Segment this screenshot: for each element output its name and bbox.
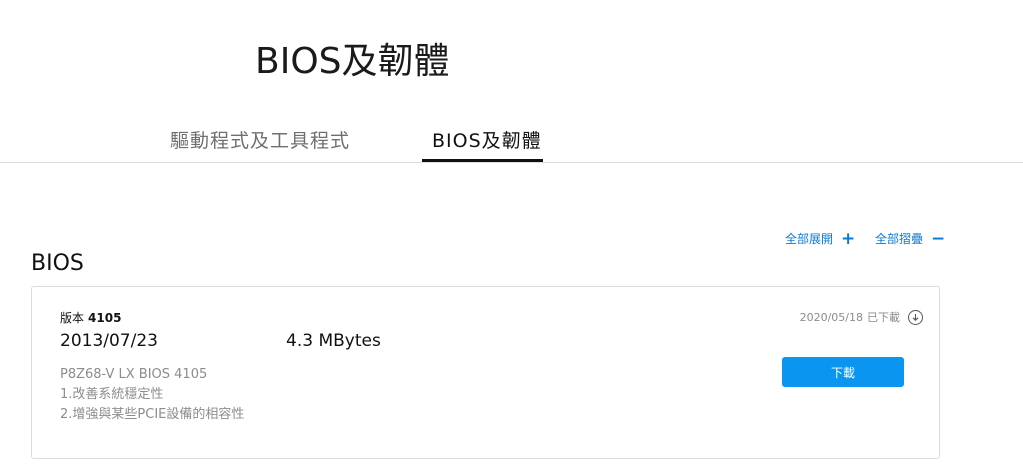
- collapse-all-button[interactable]: 全部摺疊 −: [875, 230, 945, 247]
- page-title: BIOS及韌體: [255, 41, 450, 82]
- tab-bar: 驅動程式及工具程式 BIOS及韌體: [0, 118, 1023, 163]
- download-circle-icon: [908, 309, 923, 325]
- version-number: 4105: [88, 311, 122, 325]
- tab-drivers-utilities[interactable]: 驅動程式及工具程式: [170, 126, 350, 153]
- description: P8Z68-V LX BIOS 4105 1.改善系統穩定性 2.增強與某些PC…: [60, 365, 244, 425]
- file-size: 4.3 MBytes: [286, 331, 381, 351]
- plus-icon: +: [841, 228, 856, 249]
- downloaded-date: 2020/05/18: [799, 310, 863, 324]
- download-button[interactable]: 下載: [782, 357, 904, 387]
- downloaded-label: 已下載: [867, 311, 900, 324]
- downloaded-status: 2020/05/18 已下載: [800, 309, 923, 325]
- expand-all-label: 全部展開: [785, 232, 834, 246]
- bios-download-card: 版本 4105 2013/07/23 4.3 MBytes P8Z68-V LX …: [31, 286, 940, 459]
- tabs-divider: [0, 162, 1023, 163]
- version-label: 版本: [60, 311, 85, 325]
- description-line: P8Z68-V LX BIOS 4105: [60, 367, 208, 382]
- collapse-all-label: 全部摺疊: [875, 232, 924, 246]
- expand-all-button[interactable]: 全部展開 +: [785, 230, 855, 247]
- tab-bios-firmware[interactable]: BIOS及韌體: [432, 126, 542, 153]
- section-title: BIOS: [31, 251, 84, 276]
- minus-icon: −: [931, 228, 946, 249]
- description-line: 1.改善系統穩定性: [60, 387, 164, 402]
- description-line: 2.增強與某些PCIE設備的相容性: [60, 407, 245, 422]
- release-date: 2013/07/23: [60, 331, 158, 351]
- version-row: 版本 4105: [60, 309, 121, 326]
